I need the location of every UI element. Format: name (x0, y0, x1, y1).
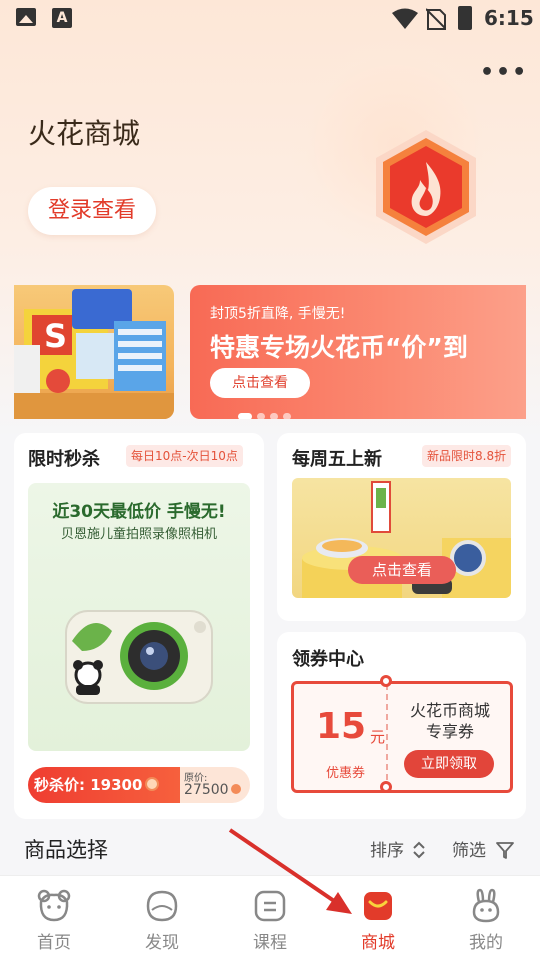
sort-button[interactable]: 排序 (370, 836, 427, 861)
image-notification-icon (16, 8, 36, 26)
banner-dot-4 (283, 413, 291, 419)
toy-products-illustration: S (14, 289, 174, 419)
new-arrivals-card[interactable]: 每周五上新 新品限时8.8折 点击查看 (277, 433, 526, 621)
coupon-line-2: 专享券 (425, 722, 474, 741)
banner-dot-1 (238, 413, 252, 419)
new-arrivals-tag: 新品限时8.8折 (422, 445, 512, 467)
product-select-title: 商品选择 (24, 838, 108, 862)
flash-sale-price-bar: 秒杀价: 19300 原价: 27500 (28, 767, 250, 803)
no-sim-icon (426, 8, 446, 30)
banner-dot-3 (270, 413, 278, 419)
flash-sale-product-name: 贝恩施儿童拍照录像照相机 (60, 527, 217, 542)
filter-button[interactable]: 筛选 (452, 836, 515, 861)
original-price-number: 27500 (184, 782, 229, 798)
nav-course[interactable]: 课程 (216, 876, 324, 960)
new-arrivals-title: 每周五上新 (292, 449, 382, 470)
original-price-box: 原价: 27500 (180, 767, 250, 803)
banner-page-indicator (238, 405, 296, 419)
coupon-type: 优惠券 (326, 766, 366, 781)
nav-mall[interactable]: 商城 (324, 876, 432, 960)
banner-view-button[interactable]: 点击查看 (210, 368, 310, 398)
svg-text:S: S (44, 317, 67, 355)
flash-sale-title: 限时秒杀 (28, 449, 100, 470)
sort-icon (413, 841, 426, 859)
coupon-ticket[interactable]: 15 元 优惠券 火花币商城 专享券 立即领取 (291, 675, 513, 793)
coupon-description: 火花币商城 专享券 (394, 700, 506, 742)
login-view-button[interactable]: 登录查看 (28, 187, 156, 235)
nav-profile[interactable]: 我的 (432, 876, 540, 960)
coupon-center-card[interactable]: 领券中心 15 元 优惠券 火花币商城 专享券 立即领取 (277, 632, 526, 819)
coupon-unit: 元 (370, 728, 386, 746)
nav-discover[interactable]: 发现 (108, 876, 216, 960)
a-notification-icon: A (52, 8, 72, 28)
clock: 6:15 (484, 6, 534, 30)
spark-coin-icon (145, 777, 160, 791)
more-options-button[interactable]: ••• (480, 60, 528, 85)
banner-title: 特惠专场火花币“价”到 (210, 333, 468, 362)
coupon-amount: 15 (316, 706, 367, 747)
coupon-divider (386, 684, 388, 790)
filter-label: 筛选 (452, 841, 486, 861)
bunny-icon (472, 888, 500, 923)
claim-coupon-button[interactable]: 立即领取 (404, 750, 494, 778)
new-arrivals-view-button[interactable]: 点击查看 (348, 556, 456, 584)
bear-face-icon (37, 889, 71, 922)
nav-home[interactable]: 首页 (0, 876, 108, 960)
banner-previous-slide[interactable]: S (14, 285, 174, 419)
flash-sale-price: 秒杀价: 19300 (28, 767, 180, 803)
nav-discover-label: 发现 (145, 933, 179, 953)
coupon-line-1: 火花币商城 (409, 701, 490, 720)
flash-sale-product-image[interactable]: 近30天最低价 手慢无! 贝恩施儿童拍照录像照相机 (28, 483, 250, 751)
spark-coin-small-icon (230, 784, 241, 794)
flash-sale-promo-headline: 近30天最低价 手慢无! (52, 502, 226, 522)
coupon-center-title: 领券中心 (292, 649, 364, 670)
coupon-notch-top (380, 675, 392, 687)
mall-icon (364, 892, 392, 920)
wifi-icon (392, 8, 418, 29)
course-icon (254, 890, 286, 922)
status-bar: A 6:15 (0, 0, 540, 38)
banner-current-slide[interactable]: 封顶5折直降, 手慢无! 特惠专场火花币“价”到 点击查看 (190, 285, 526, 419)
bottom-navigation: 首页 发现 课程 商城 我的 (0, 875, 540, 960)
flash-sale-price-label: 秒杀价: 19300 (34, 776, 143, 794)
nav-profile-label: 我的 (469, 933, 503, 953)
flash-sale-card[interactable]: 限时秒杀 每日10点-次日10点 近30天最低价 手慢无! 贝恩施儿童拍照录像照… (14, 433, 264, 819)
page-title: 火花商城 (28, 117, 141, 150)
nav-mall-label: 商城 (361, 933, 395, 953)
nav-home-label: 首页 (37, 933, 71, 953)
discover-icon (146, 890, 178, 922)
coupon-value: 15 元 优惠券 (302, 692, 385, 782)
sort-label: 排序 (370, 841, 404, 861)
filter-icon (496, 842, 515, 859)
original-price-value: 27500 (184, 782, 241, 798)
flame-badge-icon (376, 130, 476, 244)
kids-camera-illustration (65, 610, 213, 704)
banner-dot-2 (257, 413, 265, 419)
coupon-notch-bottom (380, 781, 392, 793)
flash-sale-time-tag: 每日10点-次日10点 (126, 445, 243, 467)
nav-course-label: 课程 (253, 933, 287, 953)
battery-icon (458, 6, 472, 30)
banner-subtitle: 封顶5折直降, 手慢无! (210, 306, 346, 322)
